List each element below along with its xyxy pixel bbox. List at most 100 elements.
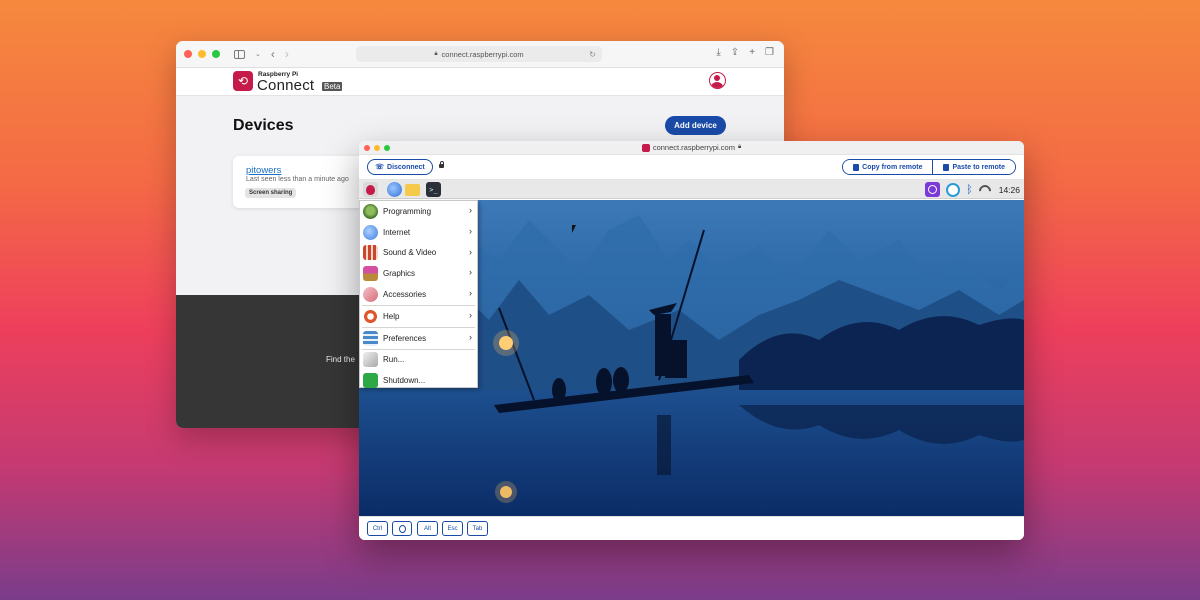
raspberry-pi-connect-logo-icon[interactable]: ⟲ [233,71,253,91]
updates-icon[interactable] [946,182,961,197]
menu-item-programming[interactable]: Programming › [360,201,477,222]
menu-item-help[interactable]: Help › [360,306,477,327]
chevron-right-icon: › [469,246,472,257]
pi-taskbar: >_ ᛒ 14:26 [359,180,1024,199]
remote-screen-window: connect.raspberrypi.com 🔒︎ ☏ Disconnect … [359,141,1024,540]
alt-key-button[interactable]: Alt [417,521,438,536]
tab-key-button[interactable]: Tab [467,521,488,536]
account-avatar-icon[interactable] [709,72,726,89]
internet-icon [363,224,378,240]
screen-sharing-icon[interactable] [925,182,941,197]
address-bar[interactable]: 🔒︎ connect.raspberrypi.com ↻ [356,46,602,62]
tab-overview-icon[interactable]: ❐ [765,47,774,58]
device-name-link[interactable]: pitowers [246,165,281,176]
wifi-icon[interactable] [979,185,991,195]
chevron-right-icon: › [469,225,472,236]
menu-item-label: Graphics [383,269,416,279]
system-tray: ᛒ 14:26 [925,182,1020,197]
chevron-right-icon: › [469,309,472,320]
help-icon [363,308,378,324]
lock-icon: 🔒︎ [434,50,438,57]
paste-label: Paste to remote [952,163,1005,171]
chevron-right-icon: › [469,205,472,215]
raspberry-key-button[interactable] [392,521,412,536]
window-title-text: connect.raspberrypi.com [652,143,735,152]
application-menu: Programming › Internet › Sound & Video ›… [359,200,478,391]
chevron-down-icon[interactable]: ⌄ [255,50,261,58]
device-card[interactable]: pitowers Last seen less than a minute ag… [233,156,373,208]
close-window-button[interactable] [184,50,192,58]
lock-icon: 🔒︎ [737,144,742,150]
browser-actions: ⤓ ⇪ + ❐ [716,47,774,58]
page-title: Devices [233,117,294,134]
download-icon[interactable]: ⤓ [716,47,720,58]
disconnect-label: Disconnect [387,163,425,171]
menu-item-shutdown[interactable]: Shutdown... [360,370,477,391]
paste-to-remote-button[interactable]: Paste to remote [932,160,1015,174]
minimize-window-button[interactable] [198,50,206,58]
clipboard-icon [943,163,950,171]
phone-hangup-icon: ☏ [375,164,385,171]
web-browser-icon[interactable] [387,182,402,197]
status-badge: Screen sharing [245,188,297,198]
special-keys-bar: Ctrl Alt Esc Tab [359,516,1024,540]
remote-toolbar: ☏ Disconnect Copy from remote Paste to r… [359,155,1024,180]
forward-arrow-icon[interactable]: › [285,47,289,61]
browser-nav: ⌄ ‹ › [234,47,289,61]
terminal-icon[interactable]: >_ [426,182,441,197]
chevron-right-icon: › [469,331,472,342]
bluetooth-icon[interactable]: ᛒ [966,183,973,197]
menu-item-label: Run... [383,355,405,365]
menu-item-sound-video[interactable]: Sound & Video › [360,243,477,264]
menu-item-internet[interactable]: Internet › [360,222,477,243]
menu-item-label: Programming [383,206,432,216]
sidebar-toggle-icon[interactable] [234,49,245,59]
chevron-right-icon: › [469,288,472,299]
ctrl-key-button[interactable]: Ctrl [367,521,388,536]
menu-item-accessories[interactable]: Accessories › [360,284,477,305]
menu-item-label: Internet [383,227,411,237]
run-icon [363,352,378,368]
address-bar-url: connect.raspberrypi.com [441,49,524,59]
footer-text: Find the [326,355,355,364]
beta-badge: Beta [322,82,343,91]
add-device-button[interactable]: Add device [665,116,726,135]
browser-toolbar: ⌄ ‹ › 🔒︎ connect.raspberrypi.com ↻ ⤓ ⇪ +… [176,41,784,68]
copy-label: Copy from remote [862,163,923,171]
raspberry-menu-icon[interactable] [363,182,378,197]
zoom-window-button[interactable] [212,50,220,58]
share-icon[interactable]: ⇪ [731,47,739,58]
clipboard-icon [853,163,860,171]
accessories-icon [363,287,378,303]
brand-big: Connect [257,77,315,94]
graphics-icon [363,266,378,282]
menu-item-label: Accessories [383,290,427,300]
device-last-seen: Last seen less than a minute ago [246,176,349,183]
menu-item-label: Sound & Video [383,248,437,258]
preferences-icon [363,330,378,346]
esc-key-button[interactable]: Esc [442,521,463,536]
sound-video-icon [363,245,378,261]
menu-item-graphics[interactable]: Graphics › [360,263,477,284]
file-manager-icon[interactable] [405,184,420,196]
clipboard-buttons: Copy from remote Paste to remote [842,159,1016,175]
new-tab-icon[interactable]: + [749,47,755,58]
menu-item-preferences[interactable]: Preferences › [360,328,477,349]
reload-icon[interactable]: ↻ [589,50,596,59]
programming-icon [363,203,378,219]
copy-from-remote-button[interactable]: Copy from remote [843,160,933,174]
menu-item-label: Preferences [383,333,427,343]
back-arrow-icon[interactable]: ‹ [271,47,275,61]
chevron-right-icon: › [469,267,472,278]
mouse-cursor-icon [572,225,576,233]
window-controls [184,50,220,58]
shutdown-icon [363,373,378,389]
disconnect-button[interactable]: ☏ Disconnect [367,159,433,175]
clock: 14:26 [998,184,1020,195]
menu-item-label: Shutdown... [383,376,426,386]
remote-window-titlebar: connect.raspberrypi.com 🔒︎ [359,141,1024,155]
menu-item-run[interactable]: Run... [360,350,477,371]
favicon-icon [641,143,650,152]
secure-lock-icon [439,161,444,168]
window-title: connect.raspberrypi.com 🔒︎ [359,143,1024,152]
